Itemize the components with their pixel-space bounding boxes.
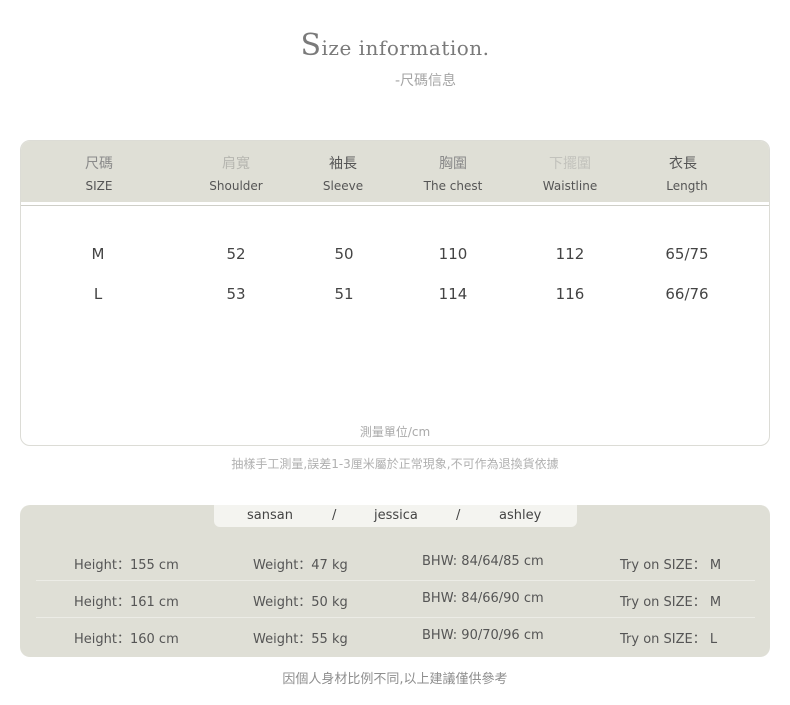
model-bhw: BHW: 84/64/85 cm [422, 554, 544, 569]
measurement-note: 抽樣手工測量,誤差1-3厘米屬於正常現象,不可作為退換貨依據 [231, 457, 559, 471]
model-bhw: BHW: 90/70/96 cm [422, 628, 544, 643]
page-title: Size information. [0, 28, 790, 63]
unit-note: 測量單位/cm [359, 425, 431, 439]
model-try-size: Try on SIZE： L [620, 632, 718, 647]
cell-length: 66/76 [665, 285, 709, 303]
model-try-size: Try on SIZE： M [620, 595, 722, 610]
cell-waistline: 112 [555, 245, 585, 263]
cell-sleeve: 51 [334, 285, 354, 303]
size-table: 尺碼 SIZE 肩寬 Shoulder 袖長 Sleeve 胸圍 The che… [20, 140, 770, 446]
header-size-en: SIZE [85, 179, 113, 193]
model-try-size: Try on SIZE： M [620, 558, 722, 573]
model-row: Height：155 cm Weight：47 kg BHW: 84/64/85… [36, 544, 755, 581]
model-weight: Weight：55 kg [253, 632, 348, 647]
cell-chest: 114 [438, 285, 468, 303]
cell-length: 65/75 [665, 245, 709, 263]
cell-size: M [91, 245, 105, 263]
model-row: Height：161 cm Weight：50 kg BHW: 84/66/90… [36, 581, 755, 618]
header-length-zh: 衣長 [669, 156, 697, 172]
cell-size: L [93, 285, 103, 303]
footer-note: 因個人身材比例不同,以上建議僅供參考 [282, 672, 508, 687]
size-table-header: 尺碼 SIZE 肩寬 Shoulder 袖長 Sleeve 胸圍 The che… [21, 141, 769, 206]
model-weight: Weight：47 kg [253, 558, 348, 573]
model-row: Height：160 cm Weight：55 kg BHW: 90/70/96… [36, 618, 755, 654]
name-separator: / [332, 508, 337, 523]
header-chest-en: The chest [423, 179, 483, 193]
model-name-sansan: sansan [247, 508, 293, 523]
name-separator: / [456, 508, 461, 523]
header-size-zh: 尺碼 [85, 156, 113, 172]
header-chest-zh: 胸圍 [439, 156, 467, 172]
page-subtitle: -尺碼信息 [395, 73, 457, 89]
cell-sleeve: 50 [334, 245, 354, 263]
cell-shoulder: 52 [226, 245, 246, 263]
model-height: Height：155 cm [74, 558, 179, 573]
model-weight: Weight：50 kg [253, 595, 348, 610]
header-shoulder-en: Shoulder [209, 179, 263, 193]
cell-shoulder: 53 [226, 285, 246, 303]
cell-chest: 110 [438, 245, 468, 263]
model-name-jessica: jessica [374, 508, 418, 523]
header-length-en: Length [666, 179, 708, 193]
title-rest: ize information. [321, 36, 490, 60]
model-height: Height：161 cm [74, 595, 179, 610]
model-bhw: BHW: 84/66/90 cm [422, 591, 544, 606]
header-shoulder-zh: 肩寬 [222, 156, 250, 172]
model-height: Height：160 cm [74, 632, 179, 647]
model-names-bar: sansan / jessica / ashley [214, 505, 577, 527]
header-sleeve-en: Sleeve [322, 179, 364, 193]
header-waistline-en: Waistline [542, 179, 598, 193]
model-name-ashley: ashley [499, 508, 542, 523]
cell-waistline: 116 [555, 285, 585, 303]
header-waistline-zh: 下擺圍 [549, 156, 591, 172]
header-sleeve-zh: 袖長 [329, 156, 357, 172]
title-initial: S [300, 28, 322, 63]
model-info-card: sansan / jessica / ashley Height：155 cm … [20, 505, 770, 657]
